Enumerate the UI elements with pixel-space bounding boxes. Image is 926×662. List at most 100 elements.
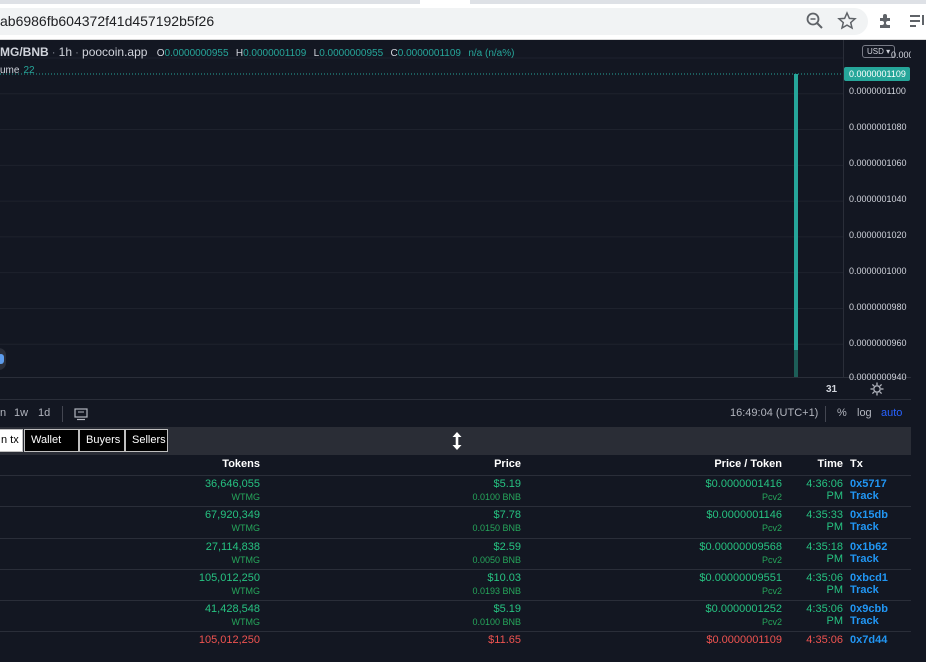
price-header: Price <box>494 458 521 470</box>
time-axis[interactable]: 31 <box>0 377 911 399</box>
price-tick-label: 0.0000001060 <box>849 158 907 168</box>
arrow-icon <box>0 354 4 364</box>
currency-label: USD <box>867 47 884 56</box>
url-text[interactable]: ab6986fb604372f41d457192b5f26 <box>0 13 214 29</box>
price-cell: $5.19 <box>493 478 521 490</box>
tx-hash-link[interactable]: 0x9cbb <box>850 603 888 615</box>
token-symbol-cell: WTMG <box>231 523 261 533</box>
transactions-table-header: Tokens Price Price / Token Time Tx <box>0 455 911 475</box>
token-symbol-cell: WTMG <box>231 586 261 596</box>
chart-plot-area[interactable] <box>0 40 843 377</box>
tx-hash-link[interactable]: 0x1b62 <box>850 541 887 553</box>
tab-wallet-tx[interactable]: Wallet tx <box>24 429 79 467</box>
track-link[interactable]: Track <box>850 490 879 502</box>
track-link[interactable]: Track <box>850 584 879 596</box>
track-link[interactable]: Track <box>850 521 879 533</box>
star-icon[interactable] <box>837 11 857 31</box>
ampm-cell: PM <box>826 553 844 565</box>
table-row[interactable]: 41,428,548 WTMG $5.19 0.0100 BNB $0.00000012… <box>0 600 911 631</box>
symbol-label[interactable]: MG/BNB <box>0 45 49 59</box>
table-row[interactable]: 105,012,250 $11.65 $0.0000001109 4:35:06 0x7… <box>0 631 911 662</box>
bnb-amount-cell: 0.0100 BNB <box>472 492 521 502</box>
price-tick-label: 0.0000001100 <box>849 86 906 96</box>
clock-label[interactable]: 16:49:04 (UTC+1) <box>730 407 818 419</box>
toolbar-divider <box>825 406 826 422</box>
token-symbol-cell: WTMG <box>231 555 261 565</box>
tab-sellers[interactable]: Sellers <box>125 429 168 452</box>
tx-hash-link[interactable]: 0x7d44 <box>850 634 887 646</box>
transactions-tab-bar: n tx Wallet tx Buyers Sellers <box>0 427 911 467</box>
table-row[interactable]: 67,920,349 WTMG $7.78 0.0150 BNB $0.00000011… <box>0 506 911 537</box>
time-cell: 4:35:06 <box>806 634 843 646</box>
low-value: 0.0000000955 <box>319 48 384 59</box>
log-toggle[interactable]: log <box>857 407 872 419</box>
tx-header: Tx <box>850 458 863 470</box>
tx-hash-link[interactable]: 0x15db <box>850 509 888 521</box>
time-tick-label: 31 <box>826 384 838 395</box>
range-1w-button[interactable]: 1w <box>14 407 28 419</box>
close-value: 0.0000001109 <box>397 48 461 59</box>
tx-hash-link[interactable]: 0x5717 <box>850 478 887 490</box>
change-value: n/a (n/a%) <box>468 48 515 59</box>
price-tick-label: 0.0000000940 <box>849 372 907 382</box>
pool-cell: Pcv2 <box>761 555 782 565</box>
tab-token-tx[interactable]: n tx <box>0 429 23 452</box>
address-bar[interactable]: ab6986fb604372f41d457192b5f26 <box>0 8 868 35</box>
volume-legend: ume 22 <box>0 65 35 76</box>
price-cell: $7.78 <box>493 509 521 521</box>
track-link[interactable]: Track <box>850 615 879 627</box>
tokens-header: Tokens <box>222 458 260 470</box>
token-symbol-cell: WTMG <box>231 617 261 627</box>
price-per-token-cell: $0.00000009568 <box>699 541 782 553</box>
open-value: 0.0000000955 <box>164 48 229 59</box>
range-partial-button[interactable]: n <box>0 407 6 419</box>
price-tick-label: 0.0000001020 <box>849 230 907 240</box>
price-tick-label: 0.0000001080 <box>849 122 907 132</box>
zoom-icon[interactable] <box>805 11 825 31</box>
pool-cell: Pcv2 <box>761 617 782 627</box>
volume-label: ume <box>0 65 20 76</box>
percent-toggle[interactable]: % <box>837 407 847 419</box>
price-chart[interactable]: MG/BNB · 1h · poocoin.app O0.0000000955 H0.0… <box>0 40 926 399</box>
tokens-cell: 36,646,055 <box>204 478 260 490</box>
pool-cell: Pcv2 <box>761 523 782 533</box>
price-cell: $10.03 <box>487 572 521 584</box>
interval-label[interactable]: 1h <box>59 45 72 59</box>
chevron-down-icon: ▾ <box>886 47 891 56</box>
high-key: H <box>235 48 244 59</box>
table-row[interactable]: 105,012,250 WTMG $10.03 0.0193 BNB $0.000000… <box>0 569 911 600</box>
tx-hash-link[interactable]: 0xbcd1 <box>850 572 888 584</box>
active-tab-edge[interactable] <box>420 0 470 4</box>
source-label: poocoin.app <box>82 45 148 59</box>
ampm-cell: PM <box>826 615 844 627</box>
time-cell: 4:35:06 <box>806 572 843 584</box>
track-link[interactable]: Track <box>850 553 879 565</box>
gear-icon[interactable] <box>870 382 884 396</box>
price-per-token-cell: $0.0000001146 <box>706 509 782 521</box>
tokens-cell: 27,114,838 <box>205 541 260 553</box>
toolbar-divider <box>62 406 63 422</box>
resize-handle-icon[interactable] <box>451 431 463 451</box>
close-key: C <box>390 48 398 59</box>
date-range-icon[interactable] <box>74 407 88 421</box>
table-row[interactable]: 36,646,055 WTMG $5.19 0.0100 BNB $0.00000014… <box>0 475 911 506</box>
token-symbol-cell: WTMG <box>231 492 261 502</box>
price-per-token-cell: $0.0000001416 <box>705 478 782 490</box>
table-row[interactable]: 27,114,838 WTMG $2.59 0.0050 BNB $0.00000009… <box>0 538 911 569</box>
extensions-icon[interactable] <box>876 11 896 31</box>
chart-legend: MG/BNB · 1h · poocoin.app O0.0000000955 H0.0… <box>0 45 515 59</box>
tab-buyers[interactable]: Buyers <box>79 429 125 452</box>
price-per-token-cell: $0.0000001109 <box>706 634 782 646</box>
bnb-amount-cell: 0.0050 BNB <box>472 555 521 565</box>
media-icon[interactable] <box>907 11 926 31</box>
pool-cell: Pcv2 <box>761 492 782 502</box>
price-per-token-cell: $0.00000009551 <box>699 572 782 584</box>
volume-value: 22 <box>23 65 35 76</box>
range-1d-button[interactable]: 1d <box>38 407 50 419</box>
candle-bar[interactable] <box>794 74 798 376</box>
bnb-amount-cell: 0.0100 BNB <box>472 617 521 627</box>
auto-toggle[interactable]: auto <box>881 407 902 419</box>
volume-bar[interactable] <box>794 350 798 377</box>
high-value: 0.0000001109 <box>243 48 307 59</box>
open-key: O <box>156 48 165 59</box>
